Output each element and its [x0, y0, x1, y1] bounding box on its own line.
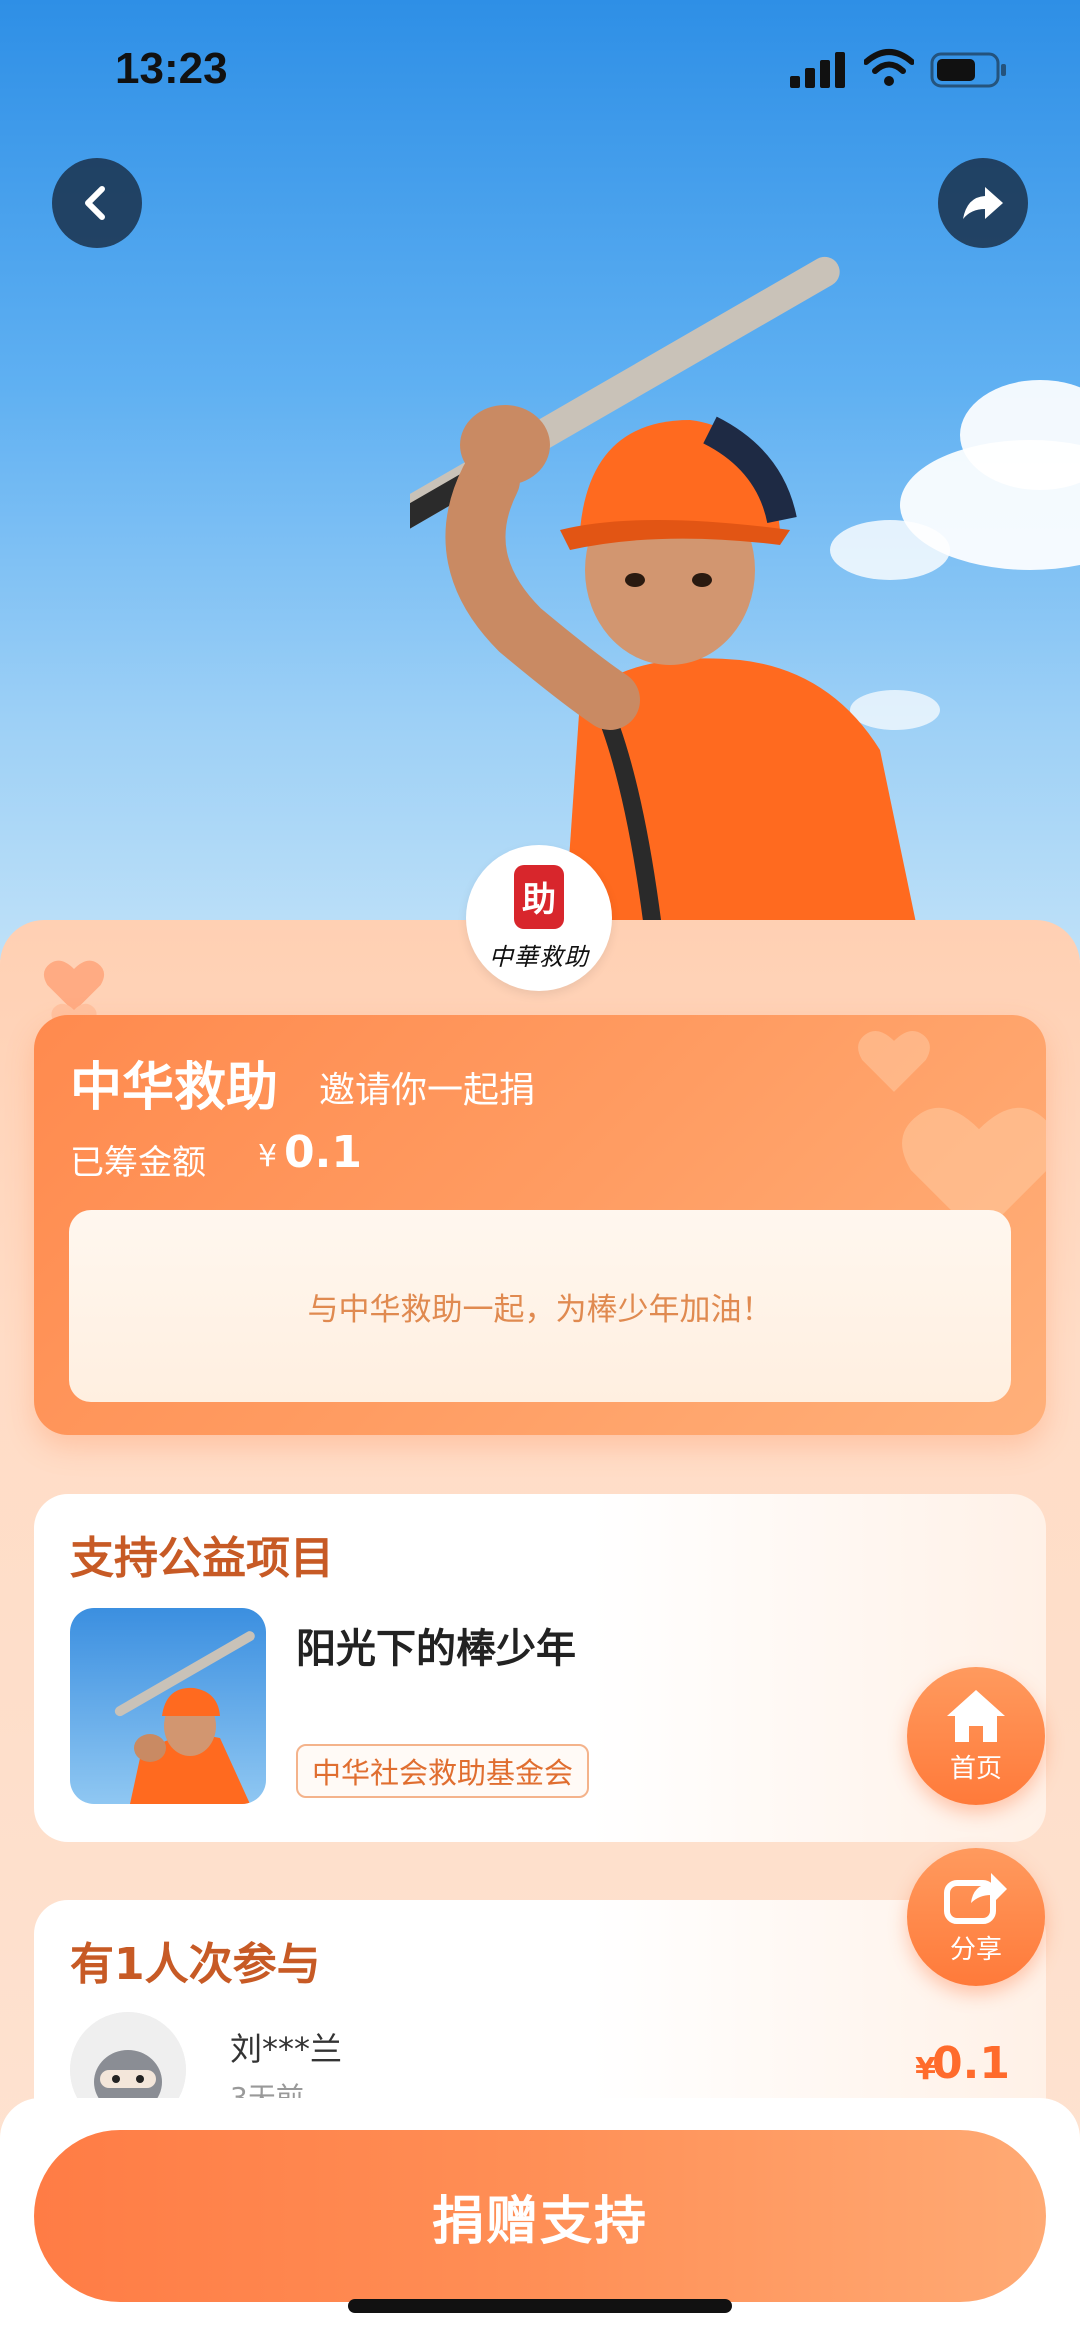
raised-amount-value: 0.1	[284, 1127, 362, 1178]
donor-name: 刘***兰	[230, 2030, 343, 2068]
donor-amount: 0.1	[932, 2038, 1010, 2089]
home-label: 首页	[949, 1753, 1002, 1784]
battery-icon	[930, 52, 1006, 88]
status-time: 13:23	[115, 44, 228, 93]
project-card-title: 支持公益项目	[70, 1533, 334, 1584]
share-arrow-icon	[963, 187, 1003, 219]
organization-tag: 中华社会救助基金会	[296, 1744, 590, 1798]
share-top-button[interactable]	[938, 158, 1028, 248]
invite-message-box: 与中华救助一起，为棒少年加油！	[69, 1210, 1011, 1402]
donate-button-label: 捐赠支持	[431, 2191, 648, 2252]
heart-decoration-icon	[858, 1030, 930, 1092]
home-indicator	[348, 2299, 732, 2313]
share-icon	[944, 1872, 1007, 1924]
share-floating-button[interactable]: 分享	[907, 1848, 1045, 1986]
wifi-icon	[864, 49, 914, 86]
project-name: 阳光下的棒少年	[296, 1626, 576, 1672]
invite-message: 与中华救助一起，为棒少年加油！	[307, 1291, 773, 1328]
invite-title: 中华救助	[70, 1058, 279, 1118]
project-card[interactable]: 支持公益项目 阳光下的棒少年 中华社会救助基金会	[34, 1494, 1046, 1842]
invite-card: 中华救助 邀请你一起捐 已筹金额 ¥ 0.1 与中华救助一起，为棒少年加油！	[34, 1015, 1046, 1435]
raised-amount-label: 已筹金额	[70, 1143, 206, 1183]
share-label: 分享	[949, 1934, 1002, 1965]
participants-title: 有1人次参与	[70, 1939, 321, 1990]
invite-subtitle: 邀请你一起捐	[319, 1070, 536, 1111]
baseball-kid-thumbnail	[114, 1631, 255, 1804]
logo-seal: 助	[514, 864, 564, 929]
donate-button[interactable]: 捐赠支持	[34, 2130, 1046, 2302]
status-bar: 13:23	[0, 0, 1080, 140]
hero-image	[0, 0, 1080, 960]
home-icon	[947, 1689, 1005, 1742]
raised-currency: ¥	[258, 1139, 278, 1174]
organization-logo: 助 中華救助	[466, 845, 612, 991]
cellular-signal-icon	[790, 52, 845, 88]
project-thumbnail	[70, 1608, 266, 1804]
chevron-left-icon	[85, 186, 105, 220]
back-button[interactable]	[52, 158, 142, 248]
home-floating-button[interactable]: 首页	[907, 1667, 1045, 1805]
logo-text: 中華救助	[489, 942, 589, 971]
